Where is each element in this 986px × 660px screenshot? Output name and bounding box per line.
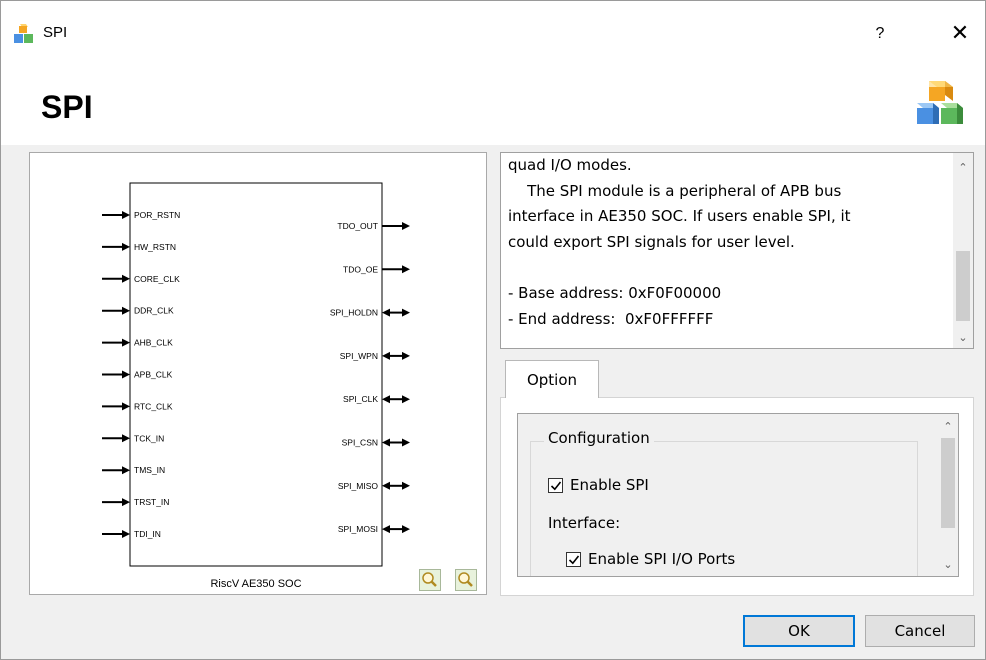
input-arrow-icon [122, 370, 130, 379]
input-port-label: TDI_IN [134, 529, 161, 539]
cubes-icon [14, 24, 33, 43]
input-arrow-icon [122, 466, 130, 475]
zoom-out-button[interactable] [455, 569, 477, 591]
spi-dialog: SPI ? ✕ SPI RiscV AE350 SOC POR_RSTN HW_RS… [0, 0, 986, 660]
zoom-out-icon [458, 572, 473, 587]
scroll-up-arrow-icon[interactable]: ⌃ [938, 418, 958, 436]
description-line: quad I/O modes. [508, 156, 632, 174]
bidir-arrow-left-icon [382, 438, 390, 447]
zoom-in-button[interactable] [419, 569, 441, 591]
output-port-label: SPI_MISO [338, 481, 379, 491]
options-scrollbar[interactable]: ⌃ ⌄ [938, 414, 958, 576]
output-port-label: SPI_MOSI [338, 524, 378, 534]
description-line: The SPI module is a peripheral of APB bu… [508, 181, 842, 200]
bidir-arrow-left-icon [382, 351, 390, 360]
input-arrow-icon [122, 434, 130, 443]
bidir-arrow-left-icon [382, 481, 390, 490]
bidir-arrow-right-icon [402, 308, 410, 317]
checkbox-box[interactable] [548, 477, 563, 493]
scroll-down-arrow-icon[interactable]: ⌄ [938, 556, 958, 574]
block-diagram: RiscV AE350 SOC POR_RSTN HW_RSTN CORE_CLK DD… [102, 182, 410, 590]
enable-spi-checkbox[interactable]: Enable SPI [548, 476, 649, 494]
description-line: - Base address: 0xF0F00000 [508, 283, 722, 302]
title-bar: SPI ? ✕ [1, 1, 985, 63]
description-line: interface in AE350 SOC. If users enable … [508, 207, 851, 226]
bidir-arrow-right-icon [402, 438, 410, 447]
option-tab-pane: Configuration Enable SPI Interface: Enab… [500, 397, 974, 596]
output-arrow-icon [402, 265, 410, 274]
output-arrow-icon [402, 222, 410, 230]
bidir-arrow-right-icon [402, 395, 410, 404]
bidir-arrow-left-icon [382, 395, 390, 404]
interface-label: Interface: [548, 514, 621, 532]
output-port-label: SPI_WPN [340, 351, 378, 361]
input-port-label: HW_RSTN [134, 242, 176, 252]
block-diagram-panel: RiscV AE350 SOC POR_RSTN HW_RSTN CORE_CLK DD… [29, 152, 487, 595]
input-port-label: CORE_CLK [134, 274, 180, 284]
input-port-label: TMS_IN [134, 465, 165, 475]
soc-caption: RiscV AE350 SOC [210, 578, 301, 590]
bidir-arrow-right-icon [402, 351, 410, 360]
description-line [508, 255, 948, 281]
input-port-label: AHB_CLK [134, 338, 173, 348]
description-scrollbar[interactable]: ⌃ ⌄ [953, 153, 973, 348]
input-port-label: APB_CLK [134, 370, 173, 380]
output-port-label: SPI_CLK [343, 394, 378, 404]
description-line: - End address: 0xF0FFFFFF [508, 309, 714, 328]
input-arrow-icon [122, 211, 130, 219]
bidir-arrow-left-icon [382, 308, 390, 317]
description-text: quad I/O modes. The SPI module is a peri… [508, 153, 948, 348]
enable-spi-ports-checkbox[interactable]: Enable SPI I/O Ports [566, 550, 735, 568]
enable-spi-label: Enable SPI [570, 476, 649, 494]
input-arrow-icon [122, 530, 130, 538]
scroll-down-arrow-icon[interactable]: ⌄ [953, 329, 973, 347]
scroll-up-arrow-icon[interactable]: ⌃ [953, 159, 973, 177]
input-arrow-icon [122, 402, 130, 411]
description-line: could export SPI signals for user level. [508, 232, 795, 251]
scroll-thumb[interactable] [956, 251, 970, 321]
input-port-label: TRST_IN [134, 497, 169, 507]
description-textbox[interactable]: quad I/O modes. The SPI module is a peri… [500, 152, 974, 349]
bidir-arrow-left-icon [382, 525, 390, 534]
page-title: SPI [41, 89, 93, 125]
zoom-in-icon [422, 572, 437, 587]
scroll-thumb[interactable] [941, 438, 955, 528]
configuration-scroll-area: Configuration Enable SPI Interface: Enab… [517, 413, 959, 577]
checkmark-icon [568, 555, 580, 564]
help-button[interactable]: ? [865, 19, 895, 49]
output-port-label: SPI_CSN [342, 438, 378, 448]
input-arrow-icon [122, 274, 130, 283]
bidir-arrow-right-icon [402, 525, 410, 534]
ok-button[interactable]: OK [743, 615, 855, 647]
input-port-label: DDR_CLK [134, 306, 174, 316]
dialog-header: SPI [1, 63, 985, 145]
close-button[interactable]: ✕ [945, 19, 975, 49]
input-port-label: RTC_CLK [134, 401, 173, 411]
checkbox-box[interactable] [566, 551, 581, 567]
enable-spi-ports-label: Enable SPI I/O Ports [588, 550, 736, 568]
input-port-label: TCK_IN [134, 433, 164, 443]
output-port-label: SPI_HOLDN [330, 308, 378, 318]
checkmark-icon [550, 481, 562, 490]
bidir-arrow-right-icon [402, 481, 410, 490]
output-port-label: TDO_OE [343, 264, 378, 274]
cancel-button[interactable]: Cancel [865, 615, 975, 647]
input-arrow-icon [122, 338, 130, 347]
input-arrow-icon [122, 242, 130, 251]
configuration-group-title: Configuration [544, 428, 654, 448]
output-port-label: TDO_OUT [337, 221, 378, 231]
tab-option[interactable]: Option [505, 360, 599, 398]
input-arrow-icon [122, 306, 130, 315]
input-port-label: POR_RSTN [134, 210, 180, 220]
cubes-logo-icon [917, 81, 963, 124]
window-title: SPI [43, 24, 68, 41]
input-arrow-icon [122, 498, 130, 507]
